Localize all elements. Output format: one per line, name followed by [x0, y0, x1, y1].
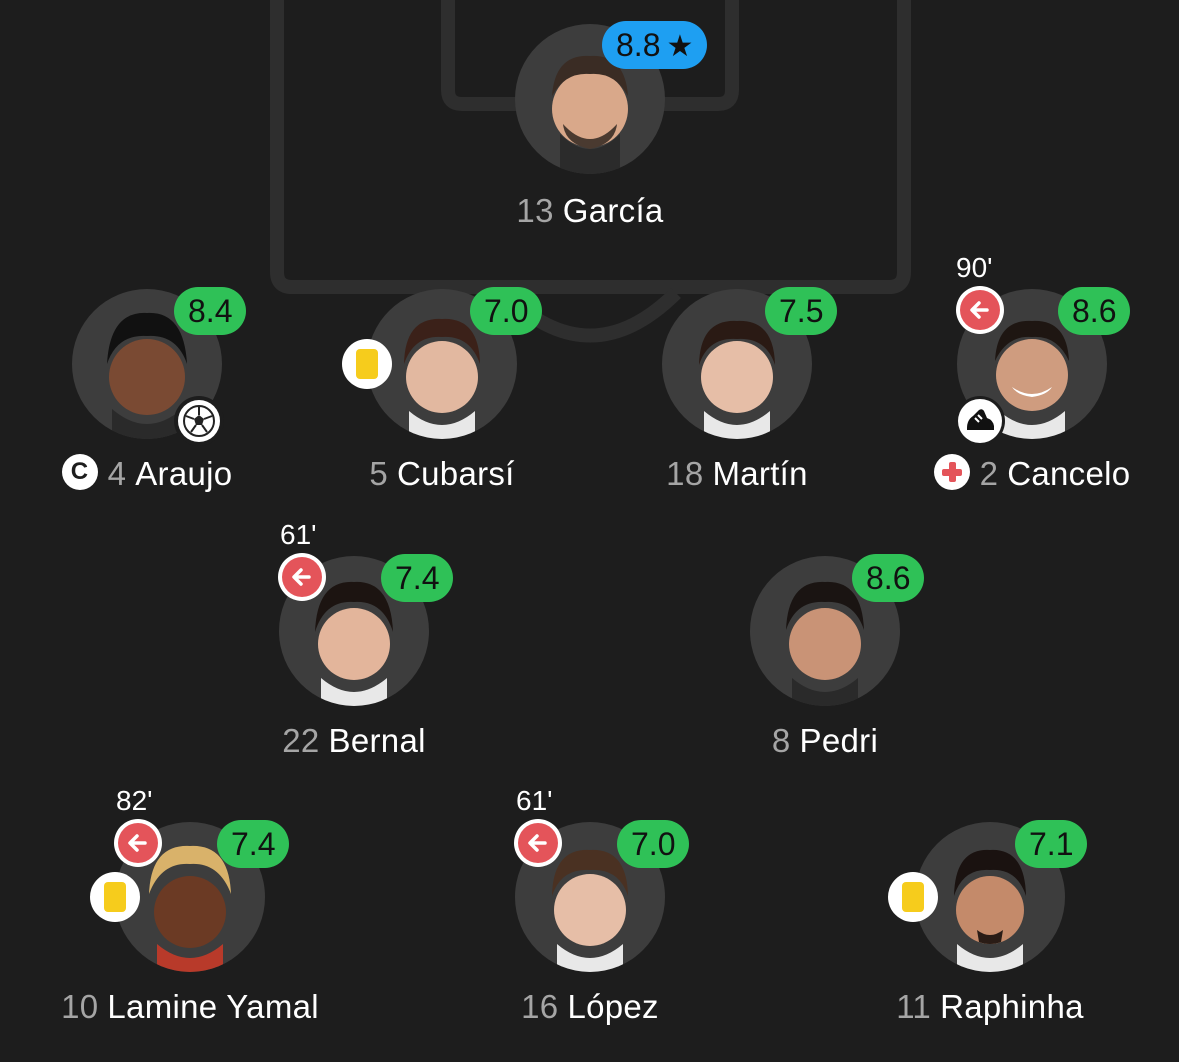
player-rating: 8.4 — [174, 287, 247, 335]
player-name-label: 11 Raphinha — [896, 988, 1084, 1025]
substitution-off-icon — [514, 819, 562, 867]
yellow-card-icon — [90, 872, 140, 922]
injury-icon — [933, 454, 970, 490]
player-name-label: 13 García — [516, 192, 664, 229]
goal-icon — [174, 396, 224, 446]
player-rating: 7.4 — [381, 554, 454, 602]
player-rating: 7.1 — [1015, 820, 1088, 868]
player-name-label: 8 Pedri — [771, 722, 879, 759]
substitution-off-icon — [956, 286, 1004, 334]
player-rating: 7.4 — [217, 820, 290, 868]
player-rating: 7.0 — [617, 820, 690, 868]
substitution-off-icon — [114, 819, 162, 867]
player-rating: 8.6 — [852, 554, 925, 602]
yellow-card-icon — [342, 339, 392, 389]
player-rating: 7.0 — [470, 287, 543, 335]
substitution-minute: 82' — [116, 785, 153, 816]
player-name-label: 2 Cancelo — [782, 454, 1179, 494]
substitution-minute: 61' — [280, 519, 317, 550]
player-rating: 8.6 — [1058, 287, 1131, 335]
substitution-minute: 61' — [516, 785, 553, 816]
substitution-off-icon — [278, 553, 326, 601]
player-rating: 7.5 — [765, 287, 838, 335]
star-icon: ★ — [666, 30, 694, 63]
player-rating: 8.8 ★ — [602, 21, 708, 69]
assist-boot-icon — [955, 396, 1005, 446]
substitution-minute: 90' — [956, 252, 993, 283]
player-name-label: 22 Bernal — [282, 722, 426, 759]
yellow-card-icon — [888, 872, 938, 922]
captain-icon: C — [61, 454, 98, 490]
